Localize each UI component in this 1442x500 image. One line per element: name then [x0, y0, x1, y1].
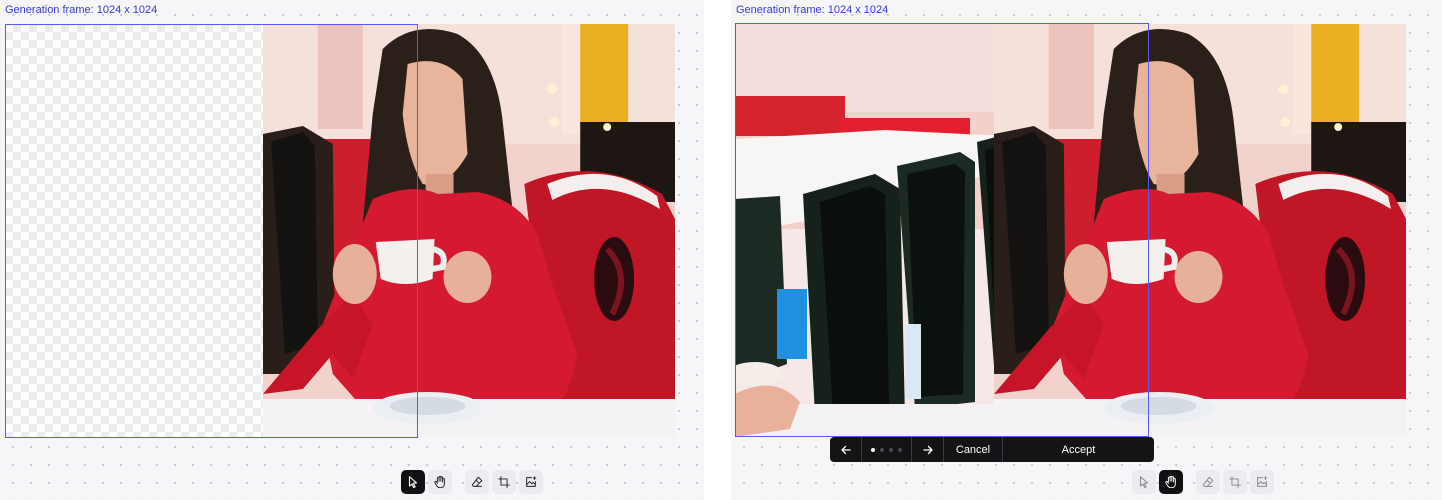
canvas-left[interactable]: Generation frame: 1024 x 1024	[0, 0, 704, 500]
toolbar	[401, 470, 543, 494]
hand-icon	[434, 475, 445, 489]
variation-dot[interactable]	[871, 447, 875, 452]
arrow-right-icon	[922, 445, 933, 454]
crop-icon	[498, 476, 510, 488]
pan-tool-button[interactable]	[428, 470, 452, 494]
generation-frame-label: Generation frame: 1024 x 1024	[5, 4, 158, 16]
add-image-tool-button[interactable]	[519, 470, 543, 494]
source-image[interactable]	[263, 24, 675, 437]
generated-fill-image[interactable]	[735, 24, 995, 437]
variation-dot[interactable]	[889, 447, 893, 452]
erase-tool-button[interactable]	[1196, 470, 1220, 494]
image-add-icon	[526, 476, 537, 487]
generation-frame-label: Generation frame: 1024 x 1024	[736, 4, 889, 16]
pan-tool-button[interactable]	[1159, 470, 1183, 494]
source-image[interactable]	[994, 24, 1406, 437]
add-image-tool-button[interactable]	[1250, 470, 1274, 494]
eraser-icon	[471, 476, 483, 487]
image-add-icon	[1257, 476, 1268, 487]
crop-tool-button[interactable]	[492, 470, 516, 494]
erase-tool-button[interactable]	[465, 470, 489, 494]
variation-dot[interactable]	[880, 447, 884, 452]
eraser-icon	[1202, 476, 1214, 487]
variation-dot[interactable]	[898, 447, 902, 452]
variation-action-bar: Cancel Accept	[830, 437, 1154, 462]
next-variation-button[interactable]	[912, 437, 943, 462]
pointer-icon	[408, 476, 418, 489]
canvas-right[interactable]: Generation frame: 1024 x 1024 Cancel Acc…	[731, 0, 1442, 500]
hand-icon	[1165, 475, 1176, 489]
select-tool-button[interactable]	[1132, 470, 1156, 494]
pointer-icon	[1139, 476, 1149, 489]
cancel-button[interactable]: Cancel	[944, 437, 1002, 462]
previous-variation-button[interactable]	[830, 437, 861, 462]
accept-button[interactable]: Accept	[1003, 437, 1154, 462]
toolbar	[1132, 470, 1274, 494]
transparent-area	[5, 24, 263, 437]
variation-indicator	[862, 437, 911, 462]
select-tool-button[interactable]	[401, 470, 425, 494]
crop-tool-button[interactable]	[1223, 470, 1247, 494]
arrow-left-icon	[840, 445, 851, 454]
crop-icon	[1229, 476, 1241, 488]
